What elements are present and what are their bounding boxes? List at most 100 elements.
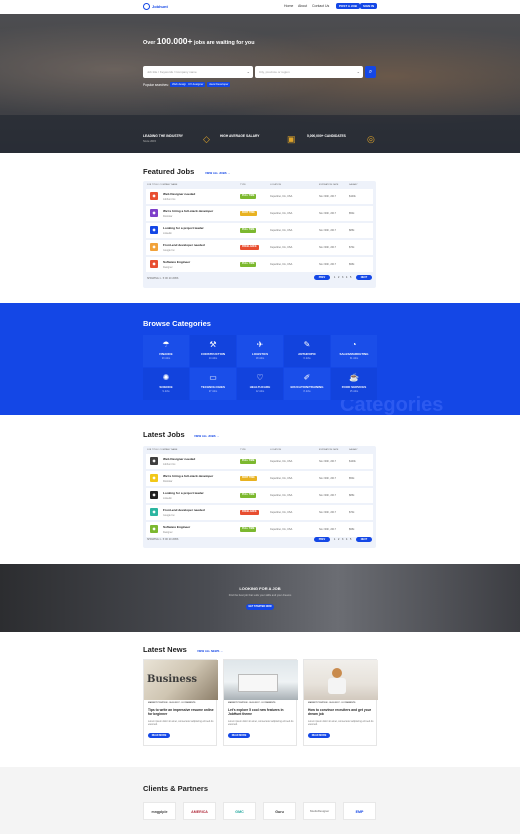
nav-link-about[interactable]: About	[298, 4, 307, 8]
job-row[interactable]: ◆ Looking for a project leader Linkedin FUL…	[146, 223, 373, 238]
job-title[interactable]: Looking for a project leader	[163, 226, 204, 230]
job-type-badge: PART TIME	[240, 476, 257, 481]
page-number[interactable]: 5	[350, 276, 351, 279]
job-row[interactable]: ◆ We're hiring a full-stack developer Rock…	[146, 471, 373, 486]
page-number[interactable]: 5	[350, 538, 351, 541]
get-started-button[interactable]: GET STARTED NOW	[246, 604, 274, 610]
prev-button[interactable]: PREV	[314, 537, 330, 542]
category-tile[interactable]: ◔ SALES/MARKETING 31 Jobs	[331, 335, 377, 367]
job-salary: $100k	[349, 459, 356, 463]
job-title[interactable]: Looking for a project leader	[163, 491, 204, 495]
job-salary: $95k	[349, 262, 355, 266]
stat-title: LEADING THE INDUSTRY	[143, 134, 183, 138]
job-expiration: Nov 30th, 2017	[319, 211, 336, 215]
showing-count: SHOWING 1 - 5 OF 20 JOBS	[147, 538, 179, 541]
category-name: EDUCATION/TRAINING	[290, 385, 324, 389]
job-type-badge: FREELANCE	[240, 245, 259, 250]
job-title[interactable]: Front-end developer needed	[163, 243, 205, 247]
job-location: Cupertino, CA, USA	[270, 245, 293, 249]
category-tile[interactable]: ✺ SCIENCE 9 Jobs	[143, 368, 189, 400]
col-header: EXPIRATION DATE	[319, 184, 339, 186]
category-tile[interactable]: ✎ ANTHROPIC 6 Jobs	[284, 335, 330, 367]
popular-tag[interactable]: Java Developer	[207, 82, 231, 87]
job-salary: $95k	[349, 527, 355, 531]
keyword-input[interactable]: Job title / Keywords / Company name ⌄	[143, 66, 253, 78]
job-title[interactable]: Web Designer needed	[163, 457, 195, 461]
search-icon: ⌕	[368, 69, 373, 75]
showing-count: SHOWING 1 - 5 OF 20 JOBS	[147, 277, 179, 280]
category-icon: ⚒	[209, 340, 217, 349]
category-count: 9 Jobs	[162, 390, 170, 393]
company-name: Rockstar	[163, 479, 173, 483]
nav-link-home[interactable]: Home	[284, 4, 293, 8]
page-number[interactable]: 2	[338, 276, 339, 279]
latest-jobs-title: Latest Jobs	[143, 430, 185, 439]
site-logo[interactable]: Jobhunt	[143, 3, 168, 10]
category-tile[interactable]: ✈ LOGISTICS 18 Jobs	[237, 335, 283, 367]
view-all-jobs-link[interactable]: VIEW ALL JOBS →	[194, 434, 219, 438]
job-row[interactable]: ◆ Software Engineer Designer FULL TIME Cuper…	[146, 257, 373, 272]
nav-link-contact[interactable]: Contact Us	[312, 4, 329, 8]
page-number[interactable]: 3	[342, 538, 343, 541]
news-title[interactable]: Let's explore 5 cool new features in Job…	[228, 708, 294, 717]
job-salary: $85k	[349, 493, 355, 497]
category-tile[interactable]: ☂ FINANCE 23 Jobs	[143, 335, 189, 367]
sign-in-button[interactable]: SIGN IN	[360, 3, 378, 9]
read-more-button[interactable]: READ MORE	[148, 733, 170, 738]
prev-button[interactable]: PREV	[314, 275, 330, 280]
job-title[interactable]: Web Designer needed	[163, 192, 195, 196]
company-name: Jobhunt Inc.	[163, 197, 177, 201]
popular-tag[interactable]: UX designer	[186, 82, 206, 87]
job-title[interactable]: We're hiring a full-stack developer	[163, 209, 213, 213]
client-logo[interactable]: mngplple	[143, 802, 176, 820]
category-tile[interactable]: ♡ HEALTHCARE 12 Jobs	[237, 368, 283, 400]
job-row[interactable]: ◆ Web Designer needed Jobhunt Inc. FULL TIM…	[146, 454, 373, 469]
job-row[interactable]: ◆ We're hiring a full-stack developer Rock…	[146, 206, 373, 221]
news-title[interactable]: How to convince recruiters and get your …	[308, 708, 374, 717]
news-card[interactable]: MARKET POSITION · 09.03.2017 · 8 COMMENT…	[223, 659, 298, 746]
job-title[interactable]: Software Engineer	[163, 260, 190, 264]
page-number[interactable]: 1	[334, 276, 335, 279]
category-count: 6 Jobs	[303, 357, 311, 360]
job-expiration: Nov 30th, 2017	[319, 476, 336, 480]
job-row[interactable]: ◆ Front-end developer needed Google Inc. FR…	[146, 505, 373, 520]
job-row[interactable]: ◆ Web Designer needed Jobhunt Inc. FULL TIM…	[146, 189, 373, 204]
category-tile[interactable]: ▭ TECHNOLOGIES 27 Jobs	[190, 368, 236, 400]
client-logo[interactable]: AMERICA	[183, 802, 216, 820]
post-job-button[interactable]: POST A JOB	[336, 3, 360, 9]
client-logo[interactable]: Guru	[263, 802, 296, 820]
job-expiration: Nov 30th, 2017	[319, 262, 336, 266]
news-title[interactable]: Tips to write an impressive resume onlin…	[148, 708, 214, 717]
read-more-button[interactable]: READ MORE	[228, 733, 250, 738]
job-salary: $85k	[349, 228, 355, 232]
page-number[interactable]: 2	[338, 538, 339, 541]
category-tile[interactable]: ⚒ CONSTRUCTION 14 Jobs	[190, 335, 236, 367]
job-title[interactable]: Front-end developer needed	[163, 508, 205, 512]
view-all-jobs-link[interactable]: VIEW ALL JOBS →	[205, 171, 230, 175]
stat-title: 5,000,000+ CANDIDATES	[307, 134, 346, 138]
job-row[interactable]: ◆ Software Engineer Designer FULL TIME Cuper…	[146, 522, 373, 537]
search-button[interactable]: ⌕	[365, 66, 376, 78]
client-logo[interactable]: GMC	[223, 802, 256, 820]
news-card[interactable]: MARKET POSITION · 09.03.2017 · 8 COMMENT…	[303, 659, 378, 746]
client-logo[interactable]: StudioDesigner	[303, 802, 336, 820]
job-title[interactable]: Software Engineer	[163, 525, 190, 529]
job-row[interactable]: ◆ Front-end developer needed Google Inc. FR…	[146, 240, 373, 255]
next-button[interactable]: NEXT	[356, 275, 372, 280]
job-expiration: Nov 30th, 2017	[319, 510, 336, 514]
page-number[interactable]: 3	[342, 276, 343, 279]
category-tile[interactable]: ✐ EDUCATION/TRAINING 8 Jobs	[284, 368, 330, 400]
job-title[interactable]: We're hiring a full-stack developer	[163, 474, 213, 478]
job-row[interactable]: ◆ Looking for a project leader Linkedin FUL…	[146, 488, 373, 503]
category-tile[interactable]: ☕ FOOD SERVICES 15 Jobs	[331, 368, 377, 400]
job-expiration: Nov 30th, 2017	[319, 245, 336, 249]
page-number[interactable]: 4	[346, 538, 347, 541]
news-card[interactable]: Business MARKET POSITION · 09.03.2017 · …	[143, 659, 218, 746]
read-more-button[interactable]: READ MORE	[308, 733, 330, 738]
next-button[interactable]: NEXT	[356, 537, 372, 542]
client-logo[interactable]: EMP	[343, 802, 376, 820]
view-all-news-link[interactable]: VIEW ALL NEWS →	[197, 649, 223, 653]
page-number[interactable]: 1	[334, 538, 335, 541]
page-number[interactable]: 4	[346, 276, 347, 279]
location-input[interactable]: City, province or region ⌄	[255, 66, 363, 78]
